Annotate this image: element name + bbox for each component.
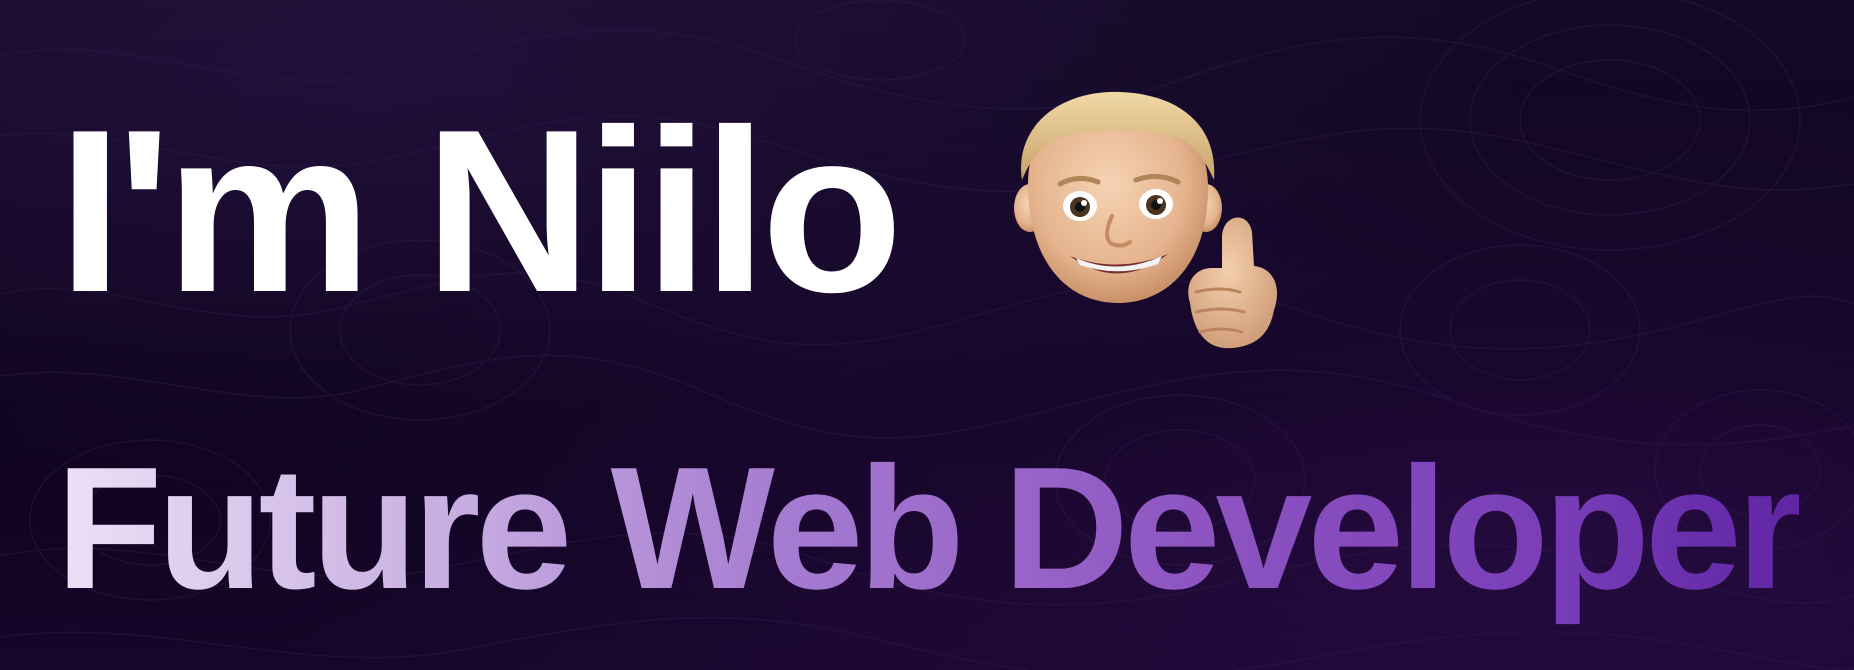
greeting-heading: I'm Niilo	[58, 82, 903, 341]
hero-section: I'm Niilo Future Web Developer	[0, 0, 1854, 670]
role-subtitle: Future Web Developer	[56, 428, 1804, 628]
memoji-thumbs-up-icon	[1014, 91, 1278, 349]
